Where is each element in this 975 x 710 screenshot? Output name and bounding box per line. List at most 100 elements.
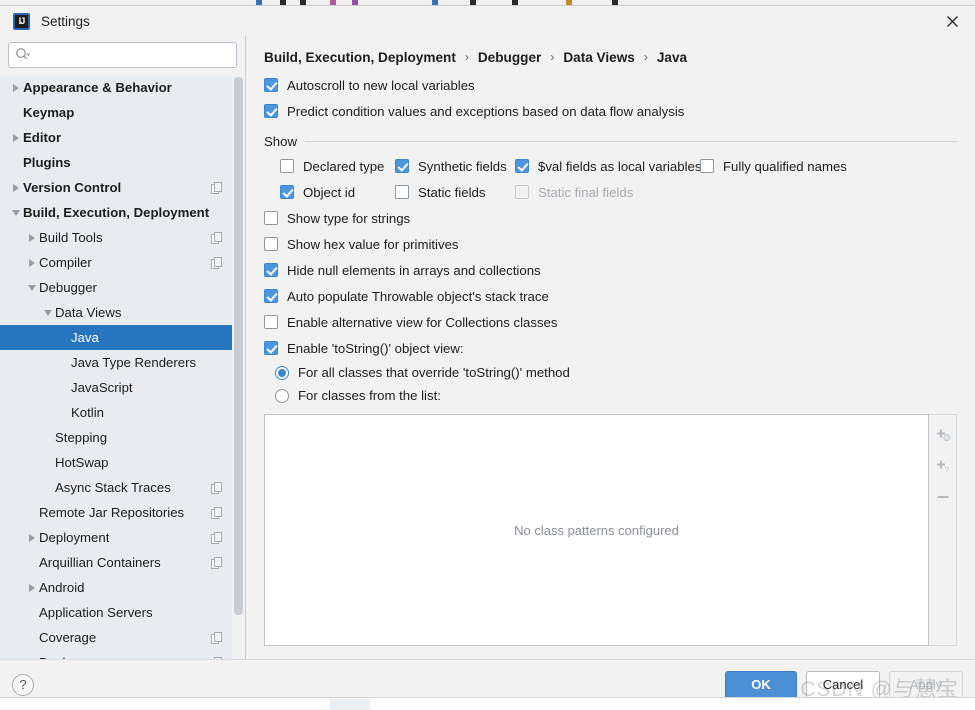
ok-button[interactable]: OK <box>725 671 797 699</box>
checkbox-icon[interactable] <box>280 159 294 173</box>
checkbox-icon <box>515 185 529 199</box>
option-2[interactable]: Hide null elements in arrays and collect… <box>264 257 957 283</box>
radio-icon[interactable] <box>275 389 289 403</box>
sidebar-item-javascript[interactable]: JavaScript <box>0 375 245 400</box>
copy-settings-icon[interactable] <box>211 232 223 244</box>
sidebar-item-stepping[interactable]: Stepping <box>0 425 245 450</box>
option-3[interactable]: Auto populate Throwable object's stack t… <box>264 283 957 309</box>
chevron-down-icon[interactable] <box>10 206 23 219</box>
copy-settings-icon[interactable] <box>211 532 223 544</box>
sidebar-item-build-execution-deployment[interactable]: Build, Execution, Deployment <box>0 200 245 225</box>
sidebar-item-java[interactable]: Java <box>0 325 245 350</box>
sidebar-item-compiler[interactable]: Compiler <box>0 250 245 275</box>
sidebar-item-kotlin[interactable]: Kotlin <box>0 400 245 425</box>
chevron-right-icon[interactable] <box>10 181 23 194</box>
show-row1-option-3[interactable]: Fully qualified names <box>700 153 847 179</box>
class-patterns-list[interactable]: No class patterns configured <box>264 414 929 646</box>
checkbox-icon[interactable] <box>264 104 278 118</box>
search-box[interactable] <box>8 42 237 68</box>
sidebar-item-hotswap[interactable]: HotSwap <box>0 450 245 475</box>
sidebar-item-deployment[interactable]: Deployment <box>0 525 245 550</box>
sidebar-item-build-tools[interactable]: Build Tools <box>0 225 245 250</box>
search-input[interactable] <box>35 44 230 66</box>
apply-button: Apply <box>889 671 963 699</box>
option-0[interactable]: Show type for strings <box>264 205 957 231</box>
show-row2-option-1[interactable]: Static fields <box>395 179 515 205</box>
checkbox-label: Declared type <box>303 159 384 174</box>
tree-indent-spacer <box>10 156 23 169</box>
cancel-button[interactable]: Cancel <box>806 671 880 699</box>
show-row1-option-1[interactable]: Synthetic fields <box>395 153 515 179</box>
sidebar-item-debugger[interactable]: Debugger <box>0 275 245 300</box>
checkbox-icon[interactable] <box>700 159 714 173</box>
sidebar-item-async-stack-traces[interactable]: Async Stack Traces <box>0 475 245 500</box>
option-4[interactable]: Enable alternative view for Collections … <box>264 309 957 335</box>
top-option-0[interactable]: Autoscroll to new local variables <box>264 72 957 98</box>
checkbox-icon[interactable] <box>395 159 409 173</box>
help-button[interactable]: ? <box>12 674 34 696</box>
copy-settings-icon[interactable] <box>211 632 223 644</box>
remove-button <box>931 485 955 509</box>
show-row1-option-2[interactable]: $val fields as local variables <box>515 153 700 179</box>
chevron-down-icon[interactable] <box>42 306 55 319</box>
top-option-1[interactable]: Predict condition values and exceptions … <box>264 98 957 124</box>
sidebar-item-android[interactable]: Android <box>0 575 245 600</box>
chevron-down-icon[interactable] <box>26 281 39 294</box>
tree-indent-spacer <box>58 356 71 369</box>
checkbox-icon[interactable] <box>264 315 278 329</box>
main-options-group: Show type for stringsShow hex value for … <box>264 205 957 361</box>
sidebar-item-remote-jar-repositories[interactable]: Remote Jar Repositories <box>0 500 245 525</box>
checkbox-icon[interactable] <box>280 185 294 199</box>
radio-icon[interactable] <box>275 366 289 380</box>
chevron-right-icon[interactable] <box>26 231 39 244</box>
sidebar-item-keymap[interactable]: Keymap <box>0 100 245 125</box>
option-1[interactable]: Show hex value for primitives <box>264 231 957 257</box>
chevron-right-icon[interactable] <box>26 531 39 544</box>
sidebar-item-docker[interactable]: Docker <box>0 650 245 659</box>
radio-option-0[interactable]: For all classes that override 'toString(… <box>275 361 957 384</box>
window-title: Settings <box>41 14 90 29</box>
copy-settings-icon[interactable] <box>211 507 223 519</box>
chevron-right-icon[interactable] <box>26 256 39 269</box>
checkbox-icon[interactable] <box>264 237 278 251</box>
checkbox-icon[interactable] <box>264 78 278 92</box>
sidebar-item-label: Debugger <box>39 280 97 295</box>
sidebar-item-data-views[interactable]: Data Views <box>0 300 245 325</box>
show-row2-option-0[interactable]: Object id <box>280 179 395 205</box>
settings-content: Build, Execution, Deployment›Debugger›Da… <box>246 36 975 659</box>
settings-tree[interactable]: Appearance & BehaviorKeymapEditorPlugins… <box>0 75 245 659</box>
chevron-right-icon[interactable] <box>10 131 23 144</box>
copy-settings-icon[interactable] <box>211 182 223 194</box>
sidebar-scrollbar[interactable] <box>232 75 245 659</box>
sidebar-item-arquillian-containers[interactable]: Arquillian Containers <box>0 550 245 575</box>
copy-settings-icon[interactable] <box>211 257 223 269</box>
add-class-button <box>931 423 955 447</box>
sidebar-item-plugins[interactable]: Plugins <box>0 150 245 175</box>
chevron-right-icon[interactable] <box>26 581 39 594</box>
checkbox-icon[interactable] <box>264 341 278 355</box>
option-5[interactable]: Enable 'toString()' object view: <box>264 335 957 361</box>
sidebar-item-editor[interactable]: Editor <box>0 125 245 150</box>
chevron-right-icon[interactable] <box>10 81 23 94</box>
show-row1-option-0[interactable]: Declared type <box>280 153 395 179</box>
intellij-logo-icon: IJ <box>13 13 30 30</box>
checkbox-label: Enable alternative view for Collections … <box>287 315 557 330</box>
sidebar-item-coverage[interactable]: Coverage <box>0 625 245 650</box>
sidebar-scrollbar-thumb[interactable] <box>234 77 243 615</box>
tree-indent-spacer <box>42 481 55 494</box>
settings-dialog: IJ Settings <box>0 6 975 709</box>
checkbox-icon[interactable] <box>515 159 529 173</box>
sidebar-item-application-servers[interactable]: Application Servers <box>0 600 245 625</box>
checkbox-icon[interactable] <box>395 185 409 199</box>
sidebar-item-java-type-renderers[interactable]: Java Type Renderers <box>0 350 245 375</box>
sidebar-item-appearance-behavior[interactable]: Appearance & Behavior <box>0 75 245 100</box>
sidebar-item-version-control[interactable]: Version Control <box>0 175 245 200</box>
checkbox-icon[interactable] <box>264 263 278 277</box>
copy-settings-icon[interactable] <box>211 557 223 569</box>
checkbox-label: Fully qualified names <box>723 159 847 174</box>
checkbox-icon[interactable] <box>264 289 278 303</box>
checkbox-icon[interactable] <box>264 211 278 225</box>
close-icon[interactable] <box>929 6 975 36</box>
radio-option-1[interactable]: For classes from the list: <box>275 384 957 407</box>
copy-settings-icon[interactable] <box>211 482 223 494</box>
